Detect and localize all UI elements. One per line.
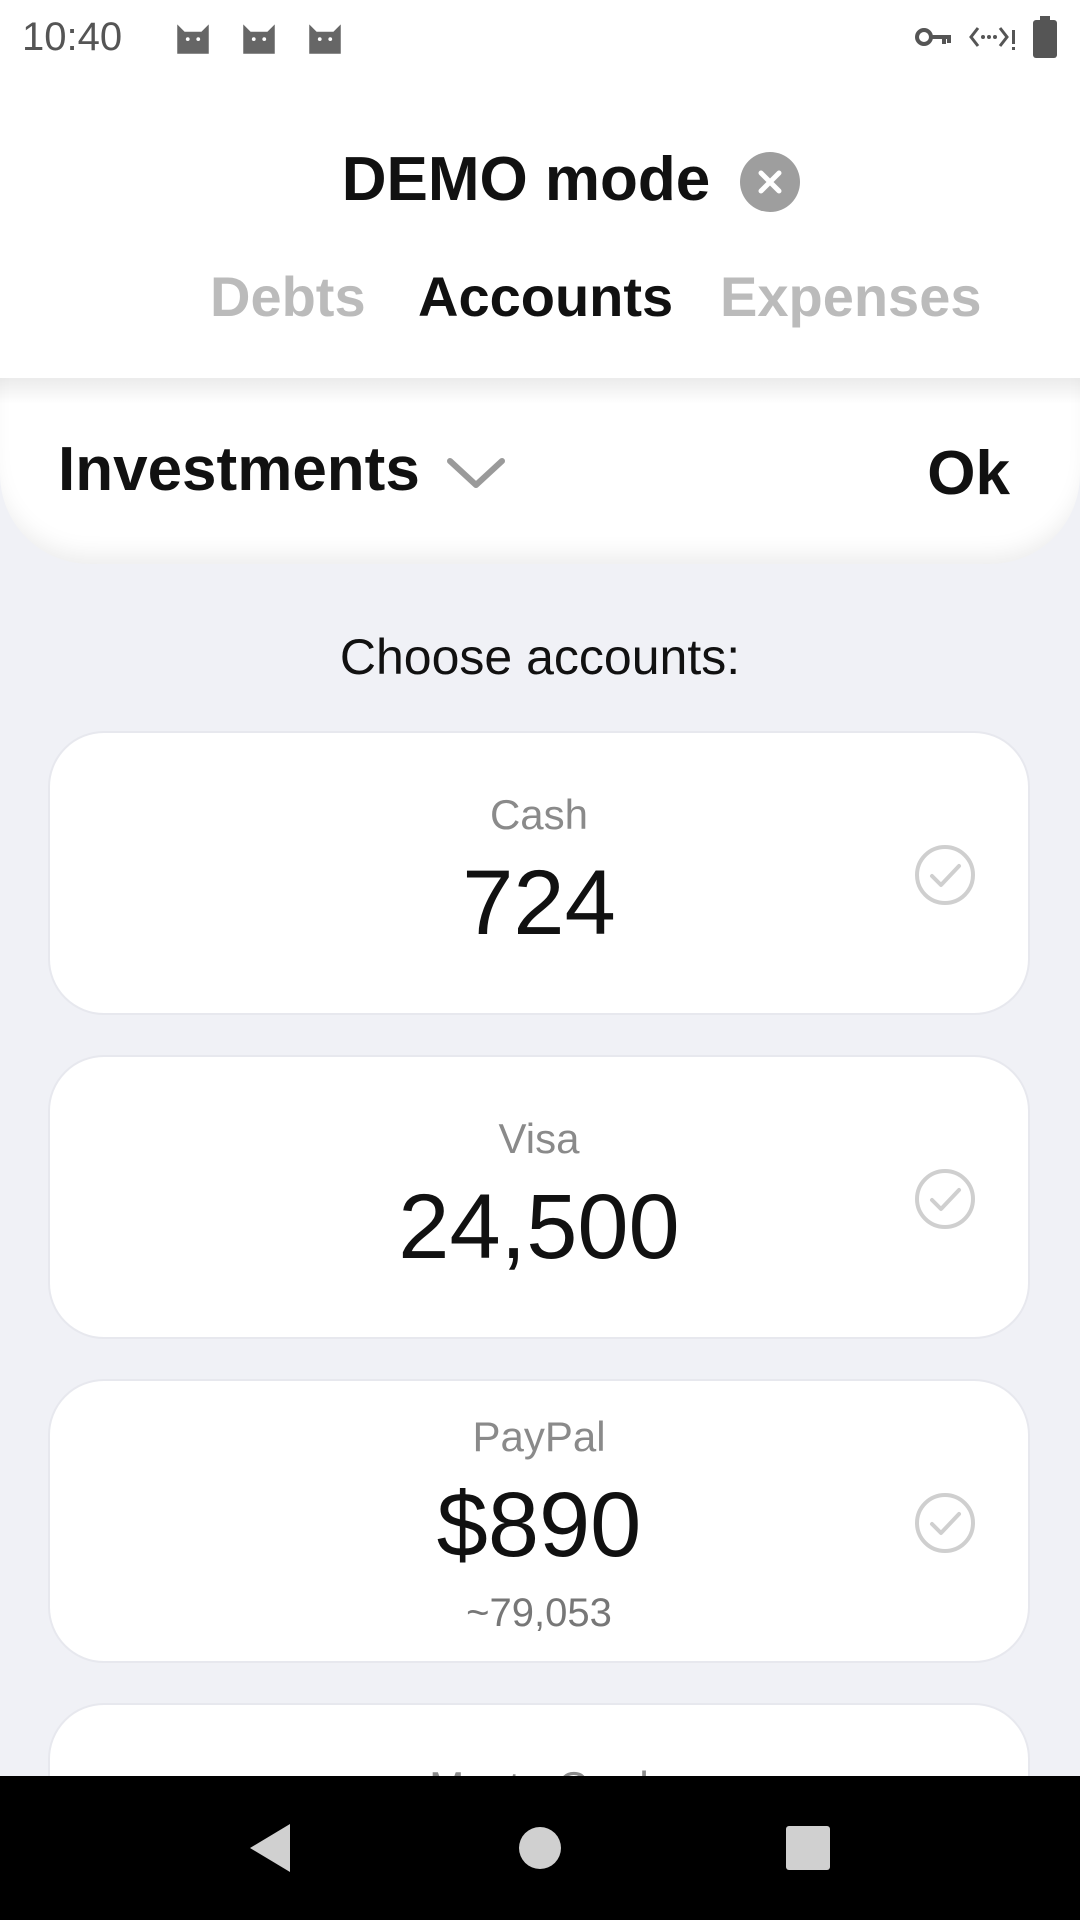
tab-expenses[interactable]: Expenses [720,264,982,329]
ok-button[interactable]: Ok [927,438,1010,509]
cat-icon [309,24,341,54]
cat-icon [243,24,275,54]
category-label: Investments [58,435,420,504]
header: DEMO mode Debts Accounts Expenses [0,74,1080,378]
check-circle-icon[interactable] [914,1168,976,1230]
account-name: Visa [498,1115,580,1162]
category-dropdown[interactable]: Investments [58,434,506,505]
recents-square-icon [786,1826,830,1870]
cat-icon [177,24,209,54]
account-converted-amount: ~79,053 [466,1591,612,1635]
title-row: DEMO mode [0,124,1080,234]
account-card-cash[interactable]: Cash 724 [48,731,1030,1015]
back-button[interactable] [230,1776,310,1920]
close-icon [758,170,782,194]
home-circle-icon [519,1827,561,1869]
tab-debts[interactable]: Debts [210,264,366,329]
status-time: 10:40 [22,14,123,59]
data-sync-icon [969,27,1015,50]
recents-button[interactable] [768,1776,848,1920]
status-bar: 10:40 [0,0,1080,74]
account-name: PayPal [472,1413,606,1460]
category-selector-card: Investments Ok [0,378,1080,564]
account-amount: $890 [436,1474,642,1576]
tab-accounts[interactable]: Accounts [418,264,673,329]
vpn-key-icon [915,28,951,46]
battery-icon [1033,16,1057,58]
page-title: DEMO mode [341,144,711,214]
account-name: Cash [489,791,589,838]
check-circle-icon[interactable] [914,1492,976,1554]
account-amount: 24,500 [398,1176,680,1278]
screen: 10:40 DEMO mode Debts Accounts Expenses … [0,0,1080,1920]
home-button[interactable] [500,1776,580,1920]
account-card-paypal[interactable]: PayPal $890 ~79,053 [48,1379,1030,1663]
status-left: 10:40 [22,15,370,60]
status-right [914,16,1058,58]
account-card-visa[interactable]: Visa 24,500 [48,1055,1030,1339]
back-triangle-icon [250,1824,290,1872]
tab-bar: Debts Accounts Expenses [0,264,1080,364]
close-demo-button[interactable] [740,152,801,212]
system-nav-bar [0,1776,1080,1920]
choose-accounts-prompt: Choose accounts: [339,629,741,685]
chevron-down-icon [446,457,505,488]
check-circle-icon[interactable] [914,844,976,906]
account-amount: 724 [462,852,616,954]
